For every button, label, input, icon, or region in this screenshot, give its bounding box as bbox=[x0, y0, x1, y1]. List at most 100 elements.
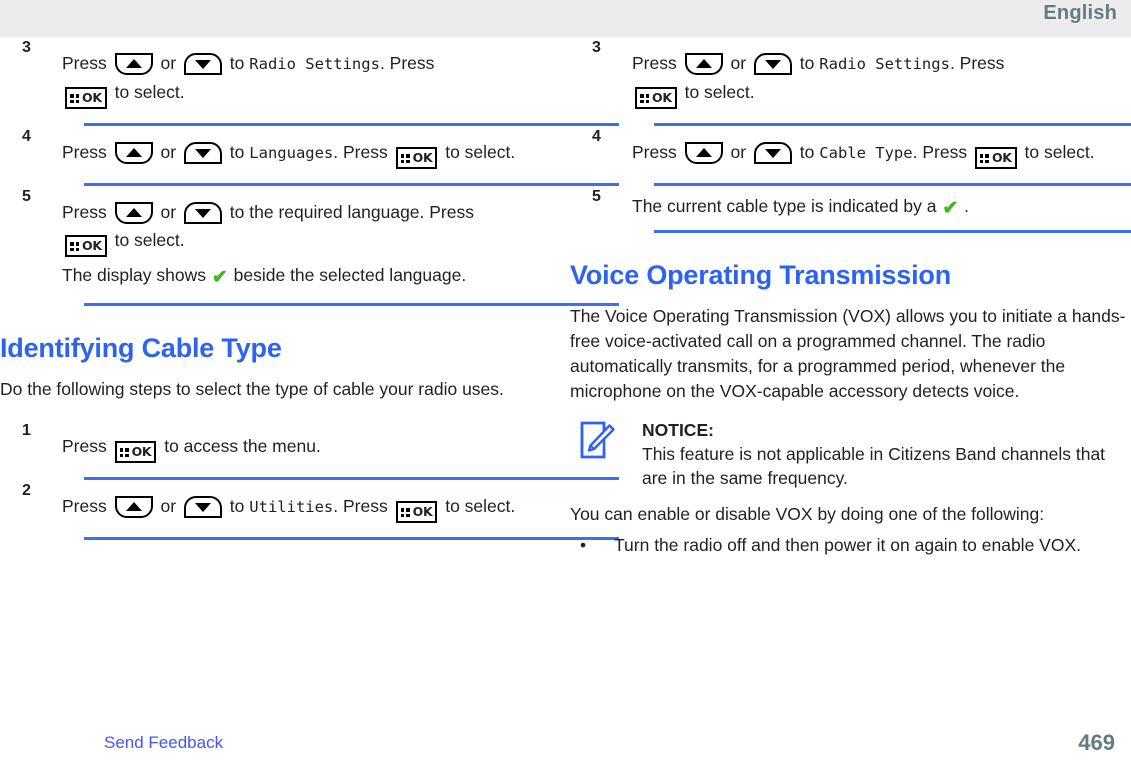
step-number: 5 bbox=[592, 188, 601, 205]
step-text: Press bbox=[62, 202, 107, 222]
menu-ok-button-icon[interactable]: OK bbox=[974, 147, 1017, 169]
menu-name: Languages bbox=[249, 144, 334, 162]
arrow-up-button-icon[interactable] bbox=[684, 53, 723, 75]
step-body: Press or to Radio Settings. Press OK to … bbox=[62, 37, 560, 117]
step-text-or: or bbox=[160, 202, 177, 222]
step-result-text: The current cable type is indicated by a bbox=[632, 196, 937, 216]
step-number: 5 bbox=[22, 188, 31, 205]
left-column: 3 Press or to Radio Settings. Press OK t… bbox=[0, 37, 619, 727]
step-result-text-tail: . bbox=[964, 196, 970, 216]
arrow-up-button-icon[interactable] bbox=[114, 142, 153, 164]
step-body: Press or to Utilities. Press OK to selec… bbox=[62, 480, 560, 531]
grid-glyph bbox=[70, 242, 79, 251]
step-text-press: . Press bbox=[333, 496, 388, 516]
list-item: • Turn the radio off and then power it o… bbox=[570, 533, 1130, 558]
step-item: 4 Press or to Languages. Press OK to sel… bbox=[0, 126, 619, 186]
menu-ok-button-icon[interactable]: OK bbox=[65, 87, 107, 109]
step-number: 4 bbox=[592, 128, 601, 145]
step-item: 5 Press or to the required language. Pre… bbox=[0, 186, 619, 306]
step-text-select: to select. bbox=[445, 496, 516, 516]
menu-ok-button-icon[interactable]: OK bbox=[395, 501, 438, 523]
menu-name: Utilities bbox=[249, 498, 334, 516]
arrow-up-button-icon[interactable] bbox=[114, 496, 153, 518]
arrow-up-button-icon[interactable] bbox=[684, 142, 723, 164]
step-text-select: to select. bbox=[114, 82, 185, 102]
step-item: 3 Press or to Radio Settings. Press OK t… bbox=[0, 37, 619, 126]
step-text-tail: to access the menu. bbox=[164, 436, 321, 456]
menu-name: Cable Type bbox=[819, 144, 913, 162]
step-text: Press bbox=[632, 53, 677, 73]
bullet-dot-icon: • bbox=[580, 535, 587, 555]
step-item: 3 Press or to Radio Settings. Press OK t… bbox=[570, 37, 1131, 126]
section-paragraph-2: You can enable or disable VOX by doing o… bbox=[570, 504, 1045, 524]
step-text-or: or bbox=[160, 53, 177, 73]
arrow-down-button-icon[interactable] bbox=[183, 53, 222, 75]
step-text-to: to bbox=[229, 496, 245, 516]
step-item: 2 Press or to Utilities. Press OK to sel… bbox=[0, 480, 619, 540]
step-text: Press bbox=[632, 142, 677, 162]
step-number: 3 bbox=[592, 39, 601, 56]
grid-glyph bbox=[979, 154, 989, 163]
step-text: Press bbox=[62, 53, 107, 73]
arrow-up-button-icon[interactable] bbox=[114, 53, 153, 75]
step-body: The current cable type is indicated by a… bbox=[632, 186, 1130, 224]
grid-glyph bbox=[400, 154, 410, 163]
step-number: 1 bbox=[22, 422, 31, 439]
identifying-cable-type-section: Identifying Cable Type Do the following … bbox=[0, 332, 560, 402]
page-content: 3 Press or to Radio Settings. Press OK t… bbox=[0, 37, 1131, 762]
menu-ok-button-icon[interactable]: OK bbox=[395, 147, 438, 169]
ok-label: OK bbox=[991, 150, 1012, 165]
menu-name: Radio Settings bbox=[249, 55, 380, 73]
menu-ok-button-icon[interactable]: OK bbox=[65, 235, 107, 257]
section-heading: Identifying Cable Type bbox=[0, 333, 282, 363]
step-number: 2 bbox=[22, 482, 31, 499]
step-divider bbox=[84, 537, 619, 540]
arrow-down-button-icon[interactable] bbox=[183, 496, 222, 518]
arrow-down-button-icon[interactable] bbox=[183, 142, 222, 164]
language-steps-list: 3 Press or to Radio Settings. Press OK t… bbox=[0, 37, 619, 306]
arrow-down-button-icon[interactable] bbox=[753, 142, 792, 164]
ok-label: OK bbox=[652, 90, 672, 105]
step-text-press: . Press bbox=[912, 142, 968, 162]
arrow-down-button-icon[interactable] bbox=[183, 202, 222, 224]
step-text: Press bbox=[62, 142, 107, 162]
step-text-or: or bbox=[730, 142, 747, 162]
step-body: Press or to Cable Type. Press OK to sele… bbox=[632, 126, 1130, 177]
step-text-select: to select. bbox=[684, 82, 755, 102]
step-body: Press or to the required language. Press… bbox=[62, 186, 560, 297]
step-text-or: or bbox=[160, 142, 177, 162]
arrow-up-button-icon[interactable] bbox=[114, 202, 153, 224]
section-intro-text: Do the following steps to select the typ… bbox=[0, 379, 504, 399]
step-text-to: to bbox=[799, 142, 815, 162]
list-item-label: Turn the radio off and then power it on … bbox=[614, 535, 1081, 555]
green-checkmark-icon: ✔ bbox=[211, 267, 228, 288]
notice-pencil-icon bbox=[578, 420, 618, 460]
section-paragraph: The Voice Operating Transmission (VOX) a… bbox=[570, 306, 1126, 401]
step-body: Press or to Languages. Press OK to selec… bbox=[62, 126, 560, 177]
send-feedback-link[interactable]: Send Feedback bbox=[104, 732, 223, 754]
ok-label: OK bbox=[412, 504, 433, 519]
step-text-to: to bbox=[229, 53, 245, 73]
grid-glyph bbox=[400, 508, 410, 517]
step-text-select: to select. bbox=[445, 142, 516, 162]
ok-label: OK bbox=[412, 150, 433, 165]
notice-body: This feature is not applicable in Citize… bbox=[642, 444, 1106, 488]
green-checkmark-icon: ✔ bbox=[942, 198, 959, 219]
step-text-to: to the required language. Press bbox=[229, 202, 474, 222]
step-text: Press bbox=[62, 496, 107, 516]
section-heading: Voice Operating Transmission bbox=[570, 260, 952, 290]
ok-label: OK bbox=[82, 238, 102, 253]
cable-steps-list-continued: 3 Press or to Radio Settings. Press OK t… bbox=[570, 37, 1131, 233]
notice-box: NOTICE: This feature is not applicable i… bbox=[570, 418, 1130, 490]
grid-glyph bbox=[70, 94, 79, 103]
menu-ok-button-icon[interactable]: OK bbox=[635, 87, 677, 109]
step-text: Press bbox=[62, 436, 107, 456]
voice-operating-transmission-section: Voice Operating Transmission The Voice O… bbox=[570, 259, 1130, 558]
step-item: 5 The current cable type is indicated by… bbox=[570, 186, 1131, 233]
page-number: 469 bbox=[1078, 730, 1115, 755]
menu-ok-button-icon[interactable]: OK bbox=[114, 441, 157, 463]
arrow-down-button-icon[interactable] bbox=[753, 53, 792, 75]
right-column: 3 Press or to Radio Settings. Press OK t… bbox=[570, 37, 1131, 727]
ok-label: OK bbox=[131, 444, 152, 459]
step-text-press: . Press bbox=[333, 142, 388, 162]
